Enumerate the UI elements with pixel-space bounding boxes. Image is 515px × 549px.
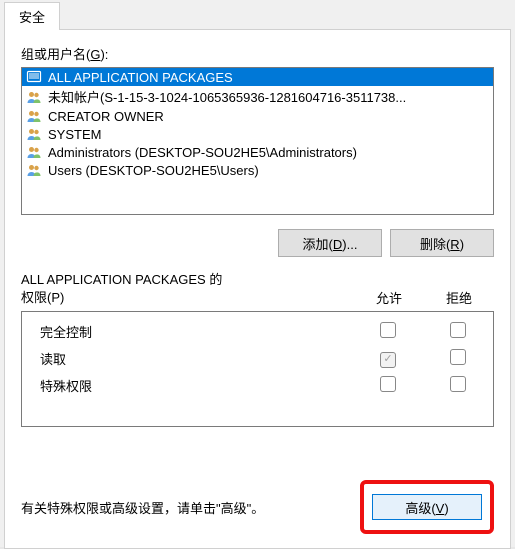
checkbox-deny[interactable] — [450, 322, 466, 338]
permission-row: 特殊权限 — [22, 372, 493, 399]
security-properties-dialog: 安全 组或用户名(G): ALL APPLICATION PACKAGES 未知帐… — [0, 0, 515, 547]
principal-name: Administrators (DESKTOP-SOU2HE5\Administ… — [48, 145, 357, 160]
principal-name: CREATOR OWNER — [48, 109, 164, 124]
advanced-highlight: 高级(V) — [360, 480, 494, 534]
permission-name: 读取 — [40, 349, 353, 368]
principal-name: ALL APPLICATION PACKAGES — [48, 70, 233, 85]
permissions-title: ALL APPLICATION PACKAGES 的 权限(P) — [21, 271, 354, 307]
permission-row: 读取 ✓ — [22, 345, 493, 372]
group-icon — [26, 144, 42, 160]
principal-name: SYSTEM — [48, 127, 101, 142]
checkbox-allow[interactable] — [380, 376, 396, 392]
tab-label: 安全 — [19, 10, 45, 25]
package-icon — [26, 69, 42, 85]
advanced-button[interactable]: 高级(V) — [372, 494, 482, 520]
principal-row[interactable]: Users (DESKTOP-SOU2HE5\Users) — [22, 161, 493, 179]
groups-label: 组或用户名(G): — [21, 44, 494, 63]
checkbox-deny[interactable] — [450, 349, 466, 365]
principal-buttons: 添加(D)... 删除(R) — [21, 229, 494, 257]
permission-name: 完全控制 — [40, 322, 353, 341]
permissions-header: ALL APPLICATION PACKAGES 的 权限(P) 允许 拒绝 — [21, 271, 494, 307]
footer: 有关特殊权限或高级设置，请单击"高级"。 高级(V) — [21, 480, 494, 534]
permission-name: 特殊权限 — [40, 376, 353, 395]
add-button[interactable]: 添加(D)... — [278, 229, 382, 257]
principal-row[interactable]: ALL APPLICATION PACKAGES — [22, 68, 493, 86]
principal-row[interactable]: SYSTEM — [22, 125, 493, 143]
group-icon — [26, 108, 42, 124]
security-panel: 组或用户名(G): ALL APPLICATION PACKAGES 未知帐户(S… — [4, 29, 511, 549]
checkbox-allow[interactable] — [380, 322, 396, 338]
principal-row[interactable]: CREATOR OWNER — [22, 107, 493, 125]
permission-row: 完全控制 — [22, 318, 493, 345]
column-deny-header: 拒绝 — [424, 288, 494, 307]
group-icon — [26, 126, 42, 142]
group-icon — [26, 89, 42, 105]
principal-name: Users (DESKTOP-SOU2HE5\Users) — [48, 163, 259, 178]
footer-help-text: 有关特殊权限或高级设置，请单击"高级"。 — [21, 498, 360, 517]
group-icon — [26, 162, 42, 178]
permissions-list: 完全控制读取 ✓ 特殊权限 — [21, 311, 494, 427]
principals-listbox[interactable]: ALL APPLICATION PACKAGES 未知帐户(S-1-15-3-10… — [21, 67, 494, 215]
checkbox-deny[interactable] — [450, 376, 466, 392]
column-allow-header: 允许 — [354, 288, 424, 307]
principal-row[interactable]: Administrators (DESKTOP-SOU2HE5\Administ… — [22, 143, 493, 161]
checkbox-allow: ✓ — [380, 352, 396, 368]
principal-name: 未知帐户(S-1-15-3-1024-1065365936-1281604716… — [48, 87, 406, 106]
remove-button[interactable]: 删除(R) — [390, 229, 494, 257]
principal-row[interactable]: 未知帐户(S-1-15-3-1024-1065365936-1281604716… — [22, 86, 493, 107]
tab-strip: 安全 — [0, 0, 515, 29]
tab-security[interactable]: 安全 — [4, 2, 60, 30]
